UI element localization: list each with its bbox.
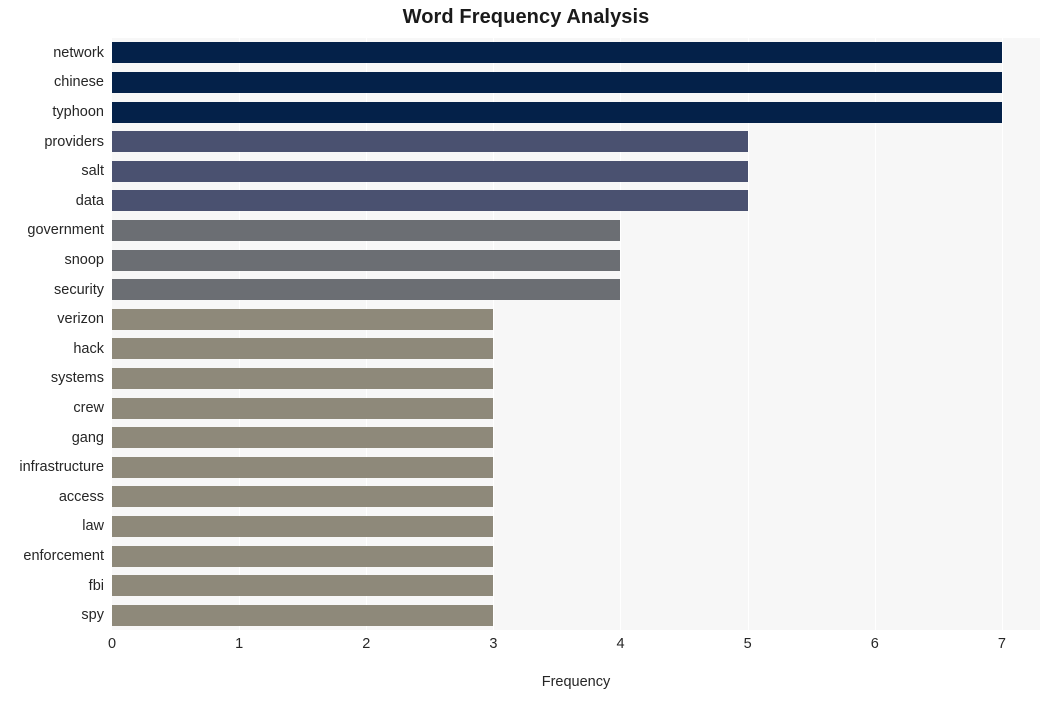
x-tick-6: 6 bbox=[870, 636, 879, 652]
bar[interactable] bbox=[112, 545, 494, 567]
x-tick-0: 0 bbox=[107, 636, 117, 652]
bar[interactable] bbox=[112, 338, 494, 360]
y-axis-label-typhoon: typhoon bbox=[52, 104, 104, 120]
bar[interactable] bbox=[112, 249, 621, 271]
bar[interactable] bbox=[112, 219, 621, 241]
x-tick-2: 2 bbox=[362, 636, 371, 652]
y-axis-label-salt: salt bbox=[81, 163, 104, 180]
y-axis-label-verizon: verizon bbox=[57, 311, 104, 328]
y-axis-label-crew: crew bbox=[73, 400, 104, 416]
x-tick-1: 1 bbox=[235, 636, 244, 652]
x-axis-tick-labels: 0 1 2 3 4 5 6 7 bbox=[0, 636, 1052, 660]
x-tick-5: 5 bbox=[743, 636, 752, 652]
x-tick-7: 7 bbox=[997, 636, 1006, 652]
y-axis-label-fbi: fbi bbox=[88, 577, 104, 594]
y-axis-label-enforcement: enforcement bbox=[23, 548, 104, 564]
y-axis-labels: network chinese typhoon providers salt data go… bbox=[0, 38, 104, 630]
bar[interactable] bbox=[112, 42, 1002, 64]
bar[interactable] bbox=[112, 160, 748, 182]
bar[interactable] bbox=[112, 486, 494, 508]
bar[interactable] bbox=[112, 101, 1002, 123]
y-axis-label-spy: spy bbox=[81, 607, 104, 624]
x-tick-3: 3 bbox=[489, 636, 498, 652]
plot-area bbox=[112, 38, 1040, 630]
y-axis-label-government: government bbox=[27, 222, 104, 239]
bar[interactable] bbox=[112, 131, 748, 153]
x-axis-title: Frequency bbox=[541, 674, 611, 690]
y-axis-label-snoop: snoop bbox=[64, 252, 104, 268]
y-axis-label-law: law bbox=[82, 518, 104, 535]
y-axis-label-chinese: chinese bbox=[54, 74, 104, 91]
bar[interactable] bbox=[112, 575, 494, 597]
y-axis-label-providers: providers bbox=[44, 133, 104, 150]
y-axis-label-data: data bbox=[75, 192, 104, 209]
chart-title: Word Frequency Analysis bbox=[402, 6, 650, 28]
bar[interactable] bbox=[112, 71, 1002, 93]
bar[interactable] bbox=[112, 279, 621, 301]
word-frequency-chart-figure: Word Frequency Analysis network chinese ty… bbox=[0, 0, 1052, 701]
bar[interactable] bbox=[112, 427, 494, 449]
x-tick-4: 4 bbox=[616, 636, 625, 652]
bar[interactable] bbox=[112, 367, 494, 389]
y-axis-label-access: access bbox=[58, 488, 104, 505]
bar[interactable] bbox=[112, 515, 494, 537]
y-axis-label-security: security bbox=[54, 281, 104, 298]
y-axis-label-systems: systems bbox=[50, 370, 104, 387]
bar[interactable] bbox=[112, 604, 494, 626]
bar[interactable] bbox=[112, 397, 494, 419]
y-axis-label-hack: hack bbox=[73, 340, 104, 357]
bar[interactable] bbox=[112, 308, 494, 330]
y-axis-label-infrastructure: infrastructure bbox=[19, 459, 104, 476]
bar[interactable] bbox=[112, 456, 494, 478]
y-axis-label-network: network bbox=[53, 44, 104, 61]
bar[interactable] bbox=[112, 190, 748, 212]
y-axis-label-gang: gang bbox=[71, 429, 104, 446]
bars-layer bbox=[112, 38, 1040, 630]
